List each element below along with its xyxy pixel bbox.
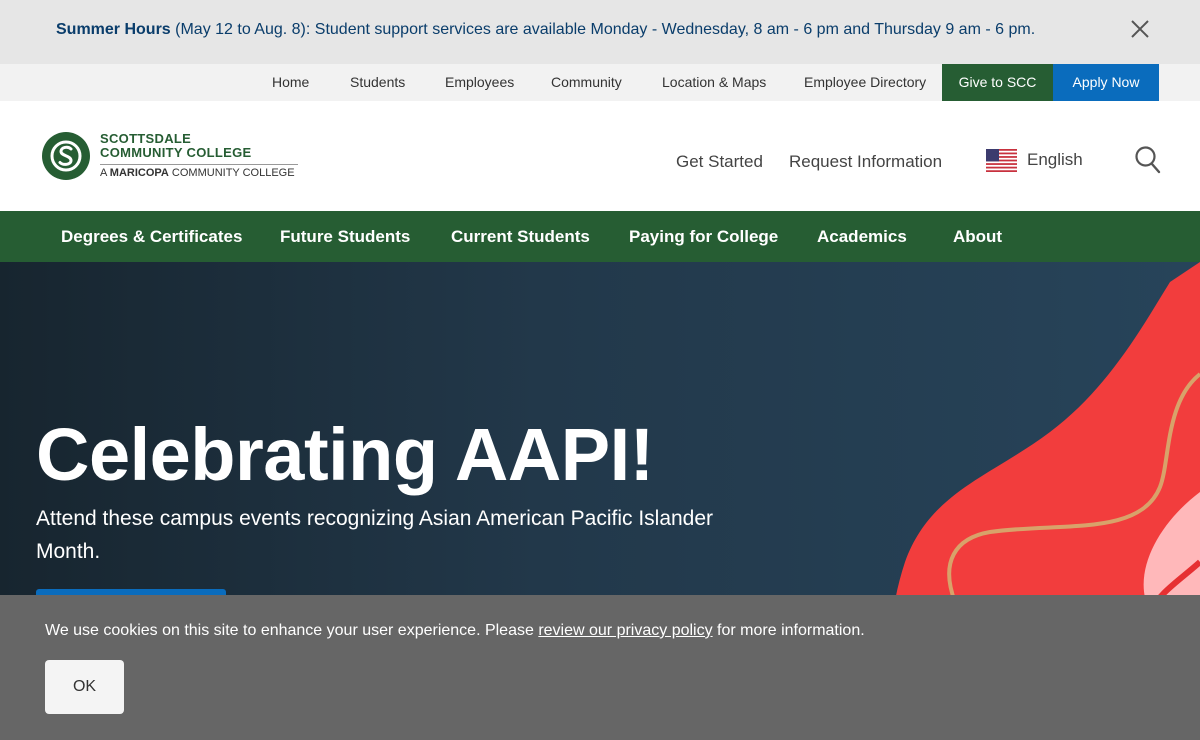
us-flag-icon [986,149,1017,173]
privacy-policy-link[interactable]: review our privacy policy [538,622,712,639]
cookie-banner: We use cookies on this site to enhance y… [0,595,1200,740]
nav-current-students[interactable]: Current Students [451,211,590,262]
util-link-employees[interactable]: Employees [445,64,514,101]
utility-nav: Home Students Employees Community Locati… [0,64,1200,101]
util-link-home[interactable]: Home [272,64,309,101]
util-link-location-maps[interactable]: Location & Maps [662,64,766,101]
logo-text-scottsdale: SCOTTSDALE [100,131,192,146]
alert-title: Summer Hours [56,21,171,38]
request-information-link[interactable]: Request Information [789,152,942,172]
main-nav: Degrees & Certificates Future Students C… [0,211,1200,262]
site-header: SCOTTSDALE COMMUNITY COLLEGE A MARICOPA … [0,101,1200,211]
logo-divider [100,164,298,165]
logo-emblem-icon [42,132,90,180]
alert-text: (May 12 to Aug. 8): Student support serv… [170,21,1036,38]
language-label: English [1027,150,1083,169]
cookie-message: We use cookies on this site to enhance y… [45,622,865,639]
nav-paying-for-college[interactable]: Paying for College [629,211,778,262]
util-link-students[interactable]: Students [350,64,405,101]
hero-title: Celebrating AAPI! [36,413,654,496]
apply-now-button[interactable]: Apply Now [1053,64,1159,101]
search-icon[interactable] [1134,145,1162,175]
hero-subtitle: Attend these campus events recognizing A… [36,507,714,563]
give-to-scc-button[interactable]: Give to SCC [942,64,1053,101]
util-link-community[interactable]: Community [551,64,622,101]
close-icon[interactable] [1128,17,1152,41]
cookie-ok-button[interactable]: OK [45,660,124,714]
alert-message: Summer Hours (May 12 to Aug. 8): Student… [56,21,1035,39]
alert-banner: Summer Hours (May 12 to Aug. 8): Student… [0,0,1200,64]
logo-text-community-college: COMMUNITY COLLEGE [100,145,252,160]
nav-about[interactable]: About [953,211,1002,262]
college-logo[interactable]: SCOTTSDALE COMMUNITY COLLEGE A MARICOPA … [42,131,302,183]
get-started-link[interactable]: Get Started [676,152,763,172]
logo-text-maricopa: A MARICOPA COMMUNITY COLLEGE [100,167,295,179]
nav-future-students[interactable]: Future Students [280,211,410,262]
language-selector[interactable]: English [986,148,1096,174]
nav-academics[interactable]: Academics [817,211,907,262]
nav-degrees-certificates[interactable]: Degrees & Certificates [61,211,242,262]
util-link-employee-directory[interactable]: Employee Directory [804,64,926,101]
